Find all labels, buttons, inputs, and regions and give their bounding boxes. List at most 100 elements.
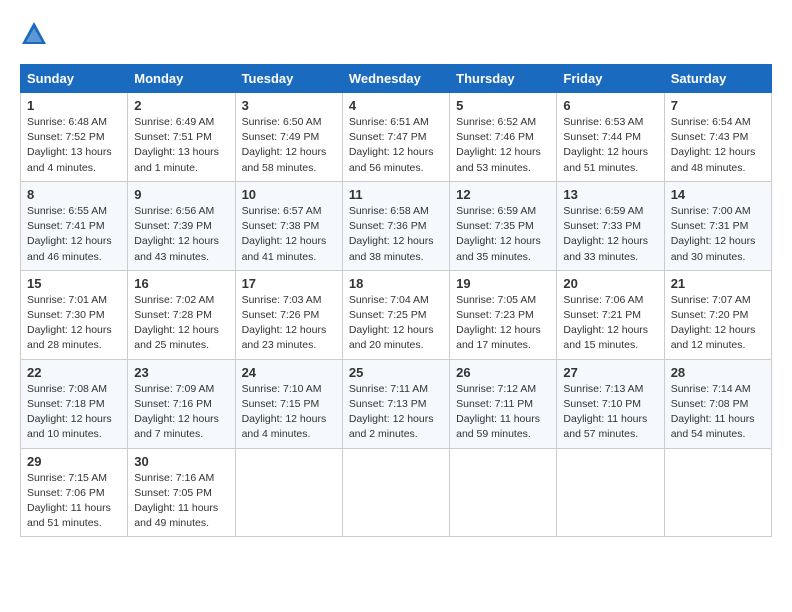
day-info: Sunrise: 7:06 AM Sunset: 7:21 PM Dayligh… [563, 293, 657, 354]
day-number: 7 [671, 98, 765, 113]
day-number: 25 [349, 365, 443, 380]
day-number: 22 [27, 365, 121, 380]
day-header-wednesday: Wednesday [342, 65, 449, 93]
day-number: 21 [671, 276, 765, 291]
day-number: 18 [349, 276, 443, 291]
day-info: Sunrise: 7:09 AM Sunset: 7:16 PM Dayligh… [134, 382, 228, 443]
day-number: 27 [563, 365, 657, 380]
day-info: Sunrise: 6:52 AM Sunset: 7:46 PM Dayligh… [456, 115, 550, 176]
calendar-cell: 12 Sunrise: 6:59 AM Sunset: 7:35 PM Dayli… [450, 181, 557, 270]
calendar-week-row: 8 Sunrise: 6:55 AM Sunset: 7:41 PM Daylig… [21, 181, 772, 270]
day-info: Sunrise: 6:59 AM Sunset: 7:35 PM Dayligh… [456, 204, 550, 265]
day-number: 8 [27, 187, 121, 202]
day-info: Sunrise: 6:53 AM Sunset: 7:44 PM Dayligh… [563, 115, 657, 176]
day-info: Sunrise: 6:50 AM Sunset: 7:49 PM Dayligh… [242, 115, 336, 176]
day-number: 29 [27, 454, 121, 469]
day-number: 16 [134, 276, 228, 291]
day-info: Sunrise: 7:15 AM Sunset: 7:06 PM Dayligh… [27, 471, 121, 532]
day-header-sunday: Sunday [21, 65, 128, 93]
day-header-saturday: Saturday [664, 65, 771, 93]
calendar-cell: 9 Sunrise: 6:56 AM Sunset: 7:39 PM Daylig… [128, 181, 235, 270]
day-info: Sunrise: 6:58 AM Sunset: 7:36 PM Dayligh… [349, 204, 443, 265]
day-info: Sunrise: 6:56 AM Sunset: 7:39 PM Dayligh… [134, 204, 228, 265]
calendar-cell [235, 448, 342, 537]
calendar-cell: 5 Sunrise: 6:52 AM Sunset: 7:46 PM Daylig… [450, 93, 557, 182]
day-number: 3 [242, 98, 336, 113]
day-number: 9 [134, 187, 228, 202]
day-number: 23 [134, 365, 228, 380]
day-number: 10 [242, 187, 336, 202]
calendar-cell: 3 Sunrise: 6:50 AM Sunset: 7:49 PM Daylig… [235, 93, 342, 182]
calendar-cell: 14 Sunrise: 7:00 AM Sunset: 7:31 PM Dayli… [664, 181, 771, 270]
header [20, 20, 772, 48]
calendar-cell: 10 Sunrise: 6:57 AM Sunset: 7:38 PM Dayli… [235, 181, 342, 270]
calendar-cell: 27 Sunrise: 7:13 AM Sunset: 7:10 PM Dayli… [557, 359, 664, 448]
day-info: Sunrise: 7:04 AM Sunset: 7:25 PM Dayligh… [349, 293, 443, 354]
calendar-cell: 26 Sunrise: 7:12 AM Sunset: 7:11 PM Dayli… [450, 359, 557, 448]
day-info: Sunrise: 7:14 AM Sunset: 7:08 PM Dayligh… [671, 382, 765, 443]
day-number: 13 [563, 187, 657, 202]
calendar-cell: 20Sunrise: 7:06 AM Sunset: 7:21 PM Dayli… [557, 270, 664, 359]
day-info: Sunrise: 7:13 AM Sunset: 7:10 PM Dayligh… [563, 382, 657, 443]
day-info: Sunrise: 6:59 AM Sunset: 7:33 PM Dayligh… [563, 204, 657, 265]
day-number: 11 [349, 187, 443, 202]
day-info: Sunrise: 7:12 AM Sunset: 7:11 PM Dayligh… [456, 382, 550, 443]
day-info: Sunrise: 7:05 AM Sunset: 7:23 PM Dayligh… [456, 293, 550, 354]
day-info: Sunrise: 7:16 AM Sunset: 7:05 PM Dayligh… [134, 471, 228, 532]
calendar-cell: 17Sunrise: 7:03 AM Sunset: 7:26 PM Dayli… [235, 270, 342, 359]
calendar-week-row: 29 Sunrise: 7:15 AM Sunset: 7:06 PM Dayli… [21, 448, 772, 537]
calendar-cell: 13 Sunrise: 6:59 AM Sunset: 7:33 PM Dayli… [557, 181, 664, 270]
day-info: Sunrise: 7:08 AM Sunset: 7:18 PM Dayligh… [27, 382, 121, 443]
day-info: Sunrise: 6:51 AM Sunset: 7:47 PM Dayligh… [349, 115, 443, 176]
calendar-cell: 16Sunrise: 7:02 AM Sunset: 7:28 PM Dayli… [128, 270, 235, 359]
day-number: 19 [456, 276, 550, 291]
day-number: 5 [456, 98, 550, 113]
calendar-cell: 1 Sunrise: 6:48 AM Sunset: 7:52 PM Daylig… [21, 93, 128, 182]
calendar-cell: 2Sunrise: 6:49 AM Sunset: 7:51 PM Daylig… [128, 93, 235, 182]
calendar-cell: 25 Sunrise: 7:11 AM Sunset: 7:13 PM Dayli… [342, 359, 449, 448]
day-number: 26 [456, 365, 550, 380]
day-info: Sunrise: 6:55 AM Sunset: 7:41 PM Dayligh… [27, 204, 121, 265]
day-number: 17 [242, 276, 336, 291]
calendar-cell: 19 Sunrise: 7:05 AM Sunset: 7:23 PM Dayli… [450, 270, 557, 359]
day-number: 24 [242, 365, 336, 380]
day-info: Sunrise: 7:00 AM Sunset: 7:31 PM Dayligh… [671, 204, 765, 265]
calendar-cell: 24 Sunrise: 7:10 AM Sunset: 7:15 PM Dayli… [235, 359, 342, 448]
calendar-cell: 7 Sunrise: 6:54 AM Sunset: 7:43 PM Daylig… [664, 93, 771, 182]
day-info: Sunrise: 7:07 AM Sunset: 7:20 PM Dayligh… [671, 293, 765, 354]
day-info: Sunrise: 6:57 AM Sunset: 7:38 PM Dayligh… [242, 204, 336, 265]
calendar-table: SundayMondayTuesdayWednesdayThursdayFrid… [20, 64, 772, 537]
calendar-cell: 11 Sunrise: 6:58 AM Sunset: 7:36 PM Dayli… [342, 181, 449, 270]
day-info: Sunrise: 7:01 AM Sunset: 7:30 PM Dayligh… [27, 293, 121, 354]
day-number: 2 [134, 98, 228, 113]
calendar-body: 1 Sunrise: 6:48 AM Sunset: 7:52 PM Daylig… [21, 93, 772, 537]
day-header-tuesday: Tuesday [235, 65, 342, 93]
calendar-cell [557, 448, 664, 537]
day-number: 15 [27, 276, 121, 291]
day-number: 4 [349, 98, 443, 113]
calendar-cell: 4 Sunrise: 6:51 AM Sunset: 7:47 PM Daylig… [342, 93, 449, 182]
day-info: Sunrise: 7:11 AM Sunset: 7:13 PM Dayligh… [349, 382, 443, 443]
calendar-cell: 28 Sunrise: 7:14 AM Sunset: 7:08 PM Dayli… [664, 359, 771, 448]
day-number: 28 [671, 365, 765, 380]
day-number: 30 [134, 454, 228, 469]
day-number: 1 [27, 98, 121, 113]
calendar-week-row: 15 Sunrise: 7:01 AM Sunset: 7:30 PM Dayli… [21, 270, 772, 359]
logo [20, 20, 52, 48]
day-number: 14 [671, 187, 765, 202]
day-header-monday: Monday [128, 65, 235, 93]
day-header-thursday: Thursday [450, 65, 557, 93]
day-info: Sunrise: 7:10 AM Sunset: 7:15 PM Dayligh… [242, 382, 336, 443]
calendar-week-row: 22 Sunrise: 7:08 AM Sunset: 7:18 PM Dayli… [21, 359, 772, 448]
calendar-cell: 30 Sunrise: 7:16 AM Sunset: 7:05 PM Dayli… [128, 448, 235, 537]
calendar-cell [342, 448, 449, 537]
calendar-cell: 15 Sunrise: 7:01 AM Sunset: 7:30 PM Dayli… [21, 270, 128, 359]
day-header-friday: Friday [557, 65, 664, 93]
calendar-cell: 23 Sunrise: 7:09 AM Sunset: 7:16 PM Dayli… [128, 359, 235, 448]
calendar-week-row: 1 Sunrise: 6:48 AM Sunset: 7:52 PM Daylig… [21, 93, 772, 182]
day-info: Sunrise: 6:48 AM Sunset: 7:52 PM Dayligh… [27, 115, 121, 176]
calendar-cell: 18 Sunrise: 7:04 AM Sunset: 7:25 PM Dayli… [342, 270, 449, 359]
calendar-cell [450, 448, 557, 537]
day-info: Sunrise: 6:54 AM Sunset: 7:43 PM Dayligh… [671, 115, 765, 176]
day-number: 12 [456, 187, 550, 202]
